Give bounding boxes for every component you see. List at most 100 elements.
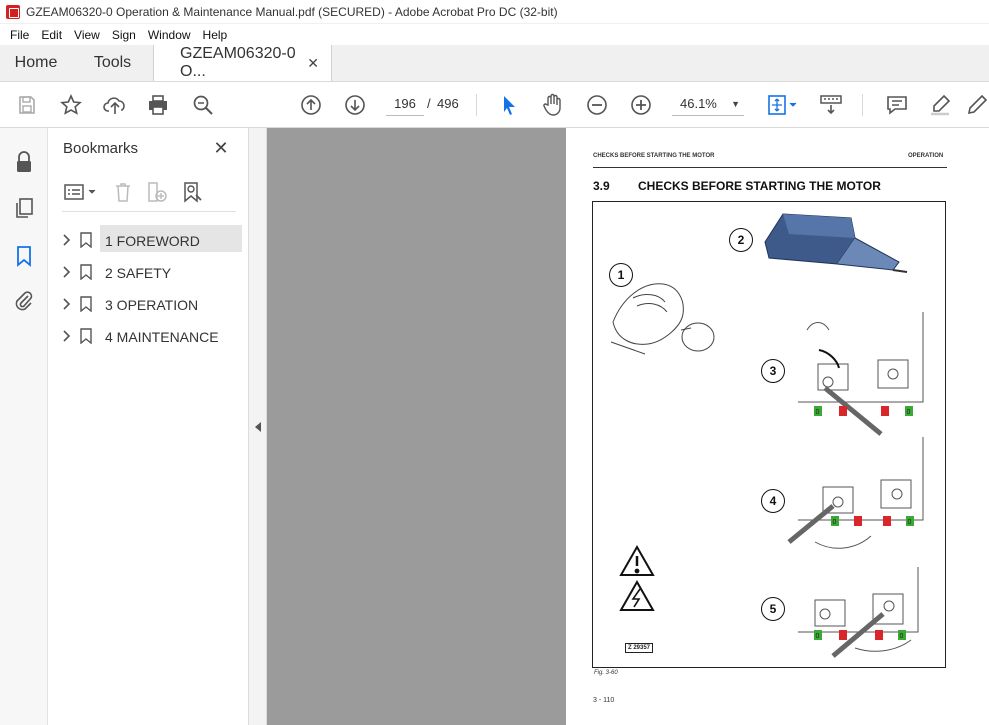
chevron-right-icon[interactable] [60, 233, 72, 247]
bookmark-item-maintenance[interactable]: 4 MAINTENANCE [48, 320, 249, 352]
page-number-input[interactable]: 196 [386, 92, 424, 116]
menu-file[interactable]: File [4, 28, 35, 42]
menu-view[interactable]: View [68, 28, 106, 42]
bookmark-item-foreword[interactable]: 1 FOREWORD [48, 224, 249, 256]
chevron-right-icon[interactable] [60, 329, 72, 343]
figure-caption: Fig. 3-60 [594, 670, 618, 676]
switch-mark-red [881, 406, 889, 416]
switch-mark-red [854, 516, 862, 526]
panel-collapse-handle[interactable] [249, 128, 267, 725]
close-icon[interactable]: ✕ [211, 138, 231, 158]
switch-mark-red [883, 516, 891, 526]
switch-mark-label: 0 [907, 409, 911, 416]
chevron-down-icon: ▼ [731, 98, 740, 109]
delete-bookmark-icon[interactable] [110, 180, 136, 204]
zoom-search-icon[interactable] [190, 92, 216, 118]
tab-home[interactable]: Home [0, 45, 72, 81]
lock-icon[interactable] [12, 150, 36, 174]
fit-page-icon[interactable] [766, 92, 800, 118]
switch-panel-4 [787, 437, 924, 549]
bookmark-label: 1 FOREWORD [105, 233, 200, 249]
page-down-icon[interactable] [342, 92, 368, 118]
switch-mark-label: 0 [908, 519, 912, 526]
callout-5: 5 [761, 597, 785, 621]
tab-tools[interactable]: Tools [72, 45, 154, 81]
callout-4: 4 [761, 489, 785, 513]
zoom-level-select[interactable]: 46.1% ▼ [672, 92, 744, 116]
menu-help[interactable]: Help [197, 28, 234, 42]
pages-icon[interactable] [12, 196, 36, 220]
menu-sign[interactable]: Sign [106, 28, 142, 42]
bookmark-icon [80, 232, 92, 248]
bookmark-icon[interactable] [12, 244, 36, 268]
page-number: 3 - 110 [593, 697, 615, 704]
switch-mark-red [839, 630, 847, 640]
bookmark-item-safety[interactable]: 2 SAFETY [48, 256, 249, 288]
bookmarks-title: Bookmarks [63, 140, 139, 157]
bookmark-icon [80, 264, 92, 280]
bookmark-item-operation[interactable]: 3 OPERATION [48, 288, 249, 320]
bookmark-options-icon[interactable] [62, 180, 100, 204]
page-up-icon[interactable] [298, 92, 324, 118]
bookmark-list: 1 FOREWORD 2 SAFETY 3 OPERATION 4 MAINTE… [48, 224, 249, 352]
toolbar-divider [476, 94, 477, 116]
bookmark-icon [80, 296, 92, 312]
bookmark-icon [80, 328, 92, 344]
document-viewport[interactable]: CHECKS BEFORE STARTING THE MOTOR OPERATI… [267, 128, 989, 725]
print-icon[interactable] [145, 92, 171, 118]
section-number: 3.9 [593, 179, 610, 193]
hand-key-illustration [610, 283, 715, 355]
bookmark-label: 2 SAFETY [105, 265, 172, 281]
comment-icon[interactable] [884, 92, 910, 118]
page-header-right: OPERATION [908, 153, 944, 159]
find-bookmark-icon[interactable] [180, 180, 206, 204]
page-separator: / [427, 96, 431, 111]
section-title: CHECKS BEFORE STARTING THE MOTOR [638, 179, 881, 193]
callout-2: 2 [729, 228, 753, 252]
electric-hazard-icon [619, 579, 655, 611]
menu-window[interactable]: Window [142, 28, 197, 42]
figure-code: Z 29357 [625, 643, 654, 653]
upload-icon[interactable] [102, 92, 128, 118]
tab-close-button[interactable]: ✕ [307, 55, 319, 72]
switch-mark-label: 0 [900, 633, 904, 640]
attachment-icon[interactable] [12, 289, 36, 313]
navigation-rail [0, 128, 48, 725]
title-bar: GZEAM06320-0 Operation & Maintenance Man… [0, 0, 989, 24]
bookmarks-toolbar [62, 178, 236, 212]
toolbar-divider [862, 94, 863, 116]
chevron-right-icon[interactable] [60, 265, 72, 279]
save-icon[interactable] [14, 92, 40, 118]
select-cursor-icon[interactable] [496, 92, 522, 118]
header-rule [593, 167, 947, 168]
chevron-left-icon [254, 421, 261, 432]
hand-icon[interactable] [540, 92, 566, 118]
bookmark-label: 4 MAINTENANCE [105, 329, 219, 345]
zoom-in-icon[interactable] [628, 92, 654, 118]
tab-document-label: GZEAM06320-0 O... [180, 45, 296, 80]
tab-bar: Home Tools GZEAM06320-0 O... ✕ [0, 45, 989, 82]
switch-mark-label: 0 [833, 519, 837, 526]
menu-edit[interactable]: Edit [35, 28, 68, 42]
chevron-right-icon[interactable] [60, 297, 72, 311]
blank-page-area [267, 128, 566, 725]
tab-document[interactable]: GZEAM06320-0 O... ✕ [154, 45, 332, 81]
page-total: 496 [437, 96, 459, 111]
bookmarks-panel: Bookmarks ✕ 1 FOREWORD 2 SAFETY 3 OPERAT… [48, 128, 249, 725]
bookmark-label: 3 OPERATION [105, 297, 199, 313]
star-icon[interactable] [58, 92, 84, 118]
zoom-out-icon[interactable] [584, 92, 610, 118]
callout-1: 1 [609, 263, 633, 287]
switch-panel-5 [798, 567, 919, 658]
scroll-mode-icon[interactable] [818, 92, 844, 118]
new-bookmark-icon[interactable] [144, 180, 170, 204]
toolbar: 196 / 496 46.1% ▼ [0, 82, 989, 128]
window-title: GZEAM06320-0 Operation & Maintenance Man… [26, 4, 558, 19]
switch-mark-red [839, 406, 847, 416]
zoom-value: 46.1% [680, 96, 717, 111]
figure-frame: 0 0 0 0 0 0 1 2 3 4 5 Z 29357 [592, 201, 946, 668]
draw-icon[interactable] [966, 92, 988, 118]
highlight-icon[interactable] [927, 92, 953, 118]
battery-illustration [764, 213, 908, 273]
callout-3: 3 [761, 359, 785, 383]
